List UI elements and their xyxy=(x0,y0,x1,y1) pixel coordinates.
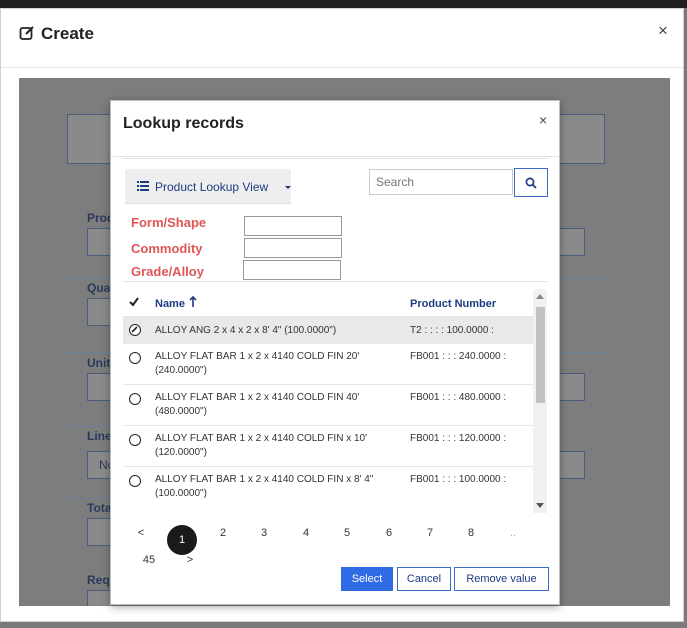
filter-label-grade-alloy: Grade/Alloy xyxy=(131,264,204,279)
row-name: ALLOY FLAT BAR 1 x 2 x 4140 COLD FIN 20'… xyxy=(155,351,360,376)
background-panel xyxy=(67,114,113,164)
filter-label-form-shape: Form/Shape xyxy=(131,215,207,230)
background-divider xyxy=(67,498,111,499)
pagination-page-last[interactable]: 45 xyxy=(137,554,161,566)
commodity-input[interactable] xyxy=(244,238,342,258)
row-product-number: FB001 : : : 100.0000 : xyxy=(410,474,507,485)
divider xyxy=(123,281,547,282)
lookup-records-dialog: Lookup records × Product Lookup View For… xyxy=(110,100,560,605)
table-row[interactable]: ALLOY FLAT BAR 1 x 2 x 4140 COLD FIN x 8… xyxy=(123,466,533,508)
background-field xyxy=(559,373,585,401)
background-label: Unit xyxy=(87,356,111,370)
lookup-dialog-header: Lookup records × xyxy=(111,101,559,157)
view-selector-label: Product Lookup View xyxy=(155,180,269,194)
column-header-product-number[interactable]: Product Number xyxy=(410,298,496,310)
grid-header: Name Product Number xyxy=(123,289,533,316)
row-radio[interactable] xyxy=(129,324,141,336)
row-radio[interactable] xyxy=(129,393,141,405)
row-product-number: FB001 : : : 120.0000 : xyxy=(410,433,507,444)
scrollbar-thumb[interactable] xyxy=(536,307,545,403)
background-divider xyxy=(67,352,111,353)
records-grid: Name Product Number ALLOY ANG 2 x 4 x 2 … xyxy=(123,289,547,513)
list-icon xyxy=(137,181,149,191)
search-icon xyxy=(525,177,537,189)
row-name: ALLOY FLAT BAR 1 x 2 x 4140 COLD FIN x 8… xyxy=(155,474,374,499)
row-product-number: FB001 : : : 240.0000 : xyxy=(410,351,507,362)
background-label: Line xyxy=(87,429,112,443)
row-name: ALLOY ANG 2 x 4 x 2 x 8' 4" (100.0000") xyxy=(155,325,337,336)
chevron-up-icon[interactable] xyxy=(536,294,544,299)
pagination-page[interactable]: 8 xyxy=(459,527,483,539)
pagination-next[interactable]: > xyxy=(178,554,202,566)
row-product-number: FB001 : : : 480.0000 : xyxy=(410,392,507,403)
divider xyxy=(123,158,547,159)
sort-ascending-icon[interactable] xyxy=(189,296,197,307)
top-strip xyxy=(0,0,687,8)
remove-value-button[interactable]: Remove value xyxy=(454,567,549,591)
grid-scrollbar[interactable] xyxy=(533,289,547,513)
pagination-prev[interactable]: < xyxy=(129,527,153,539)
row-radio[interactable] xyxy=(129,352,141,364)
row-radio[interactable] xyxy=(129,475,141,487)
form-shape-input[interactable] xyxy=(244,216,342,236)
column-header-name[interactable]: Name xyxy=(155,298,185,310)
search-button[interactable] xyxy=(514,168,548,197)
pagination-page[interactable]: 4 xyxy=(294,527,318,539)
row-name: ALLOY FLAT BAR 1 x 2 x 4140 COLD FIN 40'… xyxy=(155,392,360,417)
background-field xyxy=(559,228,585,256)
select-button[interactable]: Select xyxy=(341,567,393,591)
cancel-button[interactable]: Cancel xyxy=(397,567,451,591)
pagination-page[interactable]: 7 xyxy=(418,527,442,539)
close-icon[interactable]: × xyxy=(539,112,547,128)
view-selector-button[interactable]: Product Lookup View xyxy=(125,169,291,204)
checkmark-icon[interactable] xyxy=(129,297,139,307)
background-label: Qua xyxy=(87,281,111,295)
pagination-page[interactable]: 5 xyxy=(335,527,359,539)
row-name: ALLOY FLAT BAR 1 x 2 x 4140 COLD FIN x 1… xyxy=(155,433,368,458)
background-field xyxy=(559,451,585,479)
grade-alloy-input[interactable] xyxy=(243,260,341,280)
pagination: < 1 2 3 4 5 6 7 8 .. 45 > xyxy=(111,521,559,566)
filter-label-commodity: Commodity xyxy=(131,241,203,256)
search-input[interactable] xyxy=(369,169,513,195)
table-row[interactable]: ALLOY ANG 2 x 4 x 2 x 8' 4" (100.0000") … xyxy=(123,316,533,344)
row-product-number: T2 : : : : 100.0000 : xyxy=(410,325,494,336)
background-divider xyxy=(67,426,111,427)
chevron-down-icon xyxy=(285,186,291,189)
background-label: Tota xyxy=(87,501,112,515)
pagination-ellipsis: .. xyxy=(509,527,517,539)
background-divider xyxy=(559,278,605,279)
table-row[interactable]: ALLOY FLAT BAR 1 x 2 x 4140 COLD FIN x 1… xyxy=(123,425,533,467)
create-dialog-title: Create xyxy=(41,24,94,43)
table-row[interactable]: ALLOY FLAT BAR 1 x 2 x 4140 COLD FIN 40'… xyxy=(123,384,533,426)
chevron-down-icon[interactable] xyxy=(536,503,544,508)
create-dialog-header: Create × xyxy=(1,9,683,68)
background-divider xyxy=(67,278,111,279)
pagination-page[interactable]: 6 xyxy=(377,527,401,539)
pagination-page-current[interactable]: 1 xyxy=(167,525,197,555)
checkmark-icon xyxy=(131,326,138,333)
close-icon[interactable]: × xyxy=(658,21,668,41)
pagination-page[interactable]: 2 xyxy=(211,527,235,539)
edit-icon xyxy=(19,26,34,40)
pagination-page[interactable]: 3 xyxy=(252,527,276,539)
background-divider xyxy=(559,352,605,353)
table-row[interactable]: ALLOY FLAT BAR 1 x 2 x 4140 COLD FIN 20'… xyxy=(123,343,533,385)
row-radio[interactable] xyxy=(129,434,141,446)
lookup-dialog-title: Lookup records xyxy=(123,115,244,132)
